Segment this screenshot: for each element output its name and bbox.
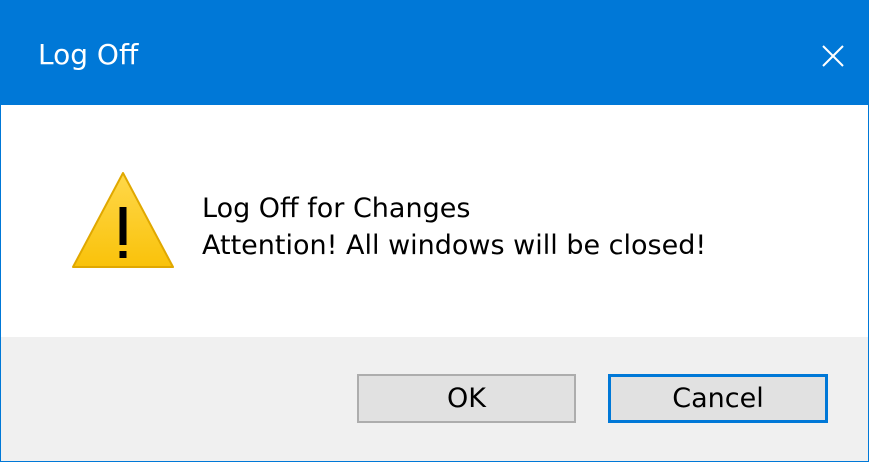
message-heading: Log Off for Changes [202, 193, 471, 224]
message-detail: Attention! All windows will be closed! [202, 230, 707, 261]
title-bar[interactable]: Log Off [1, 1, 868, 105]
button-bar: OK Cancel [1, 337, 868, 461]
window-title: Log Off [38, 38, 139, 71]
close-icon [822, 45, 844, 67]
message-text: Log Off for Changes Attention! All windo… [202, 190, 706, 264]
log-off-dialog: Log Off Log Off for Changes Attention! A… [0, 0, 869, 462]
dialog-content: Log Off for Changes Attention! All windo… [1, 105, 868, 337]
cancel-button[interactable]: Cancel [608, 374, 828, 423]
close-button[interactable] [788, 1, 868, 105]
ok-button[interactable]: OK [357, 374, 576, 423]
warning-icon [72, 172, 174, 268]
